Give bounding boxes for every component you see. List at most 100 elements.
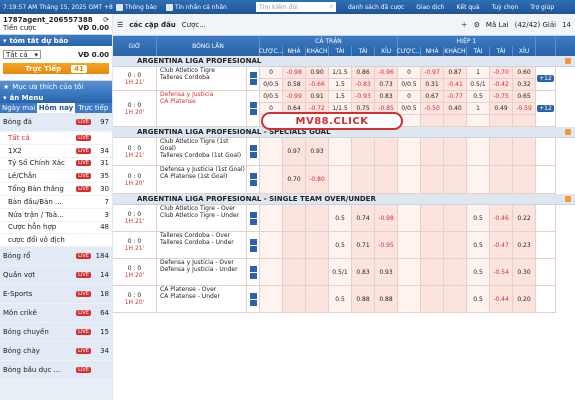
sport-item[interactable]: Môn crikê LIVE 64 bbox=[0, 304, 112, 324]
plus-icon[interactable]: ＋ bbox=[461, 20, 468, 30]
odds-cell[interactable]: -0.46 bbox=[490, 205, 513, 232]
match-teams[interactable]: Defensa y Justicia (1st Goal) CA Platense… bbox=[157, 166, 247, 194]
odds-cell[interactable]: 0.31 bbox=[421, 79, 444, 91]
odds-cell[interactable]: -0.98 bbox=[375, 205, 398, 232]
menu-header[interactable]: ▾ ắn Menu bbox=[0, 92, 112, 103]
odds-cell[interactable]: 0.93 bbox=[375, 259, 398, 286]
odds-cell[interactable]: -0.98 bbox=[283, 67, 306, 79]
match-teams[interactable]: CA Platense - Over CA Platense - Under bbox=[157, 286, 247, 313]
stats-icon[interactable] bbox=[249, 109, 257, 115]
team-search-input[interactable]: Tìm kiếm đội ⌕ bbox=[256, 2, 336, 12]
match-teams[interactable]: Defensa y Justicia CA Platense bbox=[157, 91, 247, 127]
match-teams[interactable]: Talleres Cordoba - Over Talleres Cordoba … bbox=[157, 232, 247, 259]
odds-cell[interactable]: -0.54 bbox=[490, 259, 513, 286]
odds-cell[interactable]: -0.77 bbox=[444, 91, 467, 103]
top-link[interactable]: danh sách đã cược bbox=[342, 4, 410, 11]
odds-cell[interactable]: 0.83 bbox=[375, 91, 398, 103]
inbox-link[interactable]: Tin nhắn cá nhân bbox=[166, 3, 256, 11]
favorites-link[interactable]: ★ Mục ưa thích của tôi bbox=[0, 81, 112, 92]
odds-cell[interactable]: 0.74 bbox=[352, 205, 375, 232]
top-link[interactable]: Giao dịch bbox=[410, 4, 450, 11]
odds-cell[interactable]: -0.70 bbox=[490, 67, 513, 79]
collapse-icon[interactable] bbox=[565, 58, 571, 64]
stats-icon[interactable] bbox=[249, 152, 257, 158]
search-icon[interactable]: ⌕ bbox=[330, 3, 333, 11]
stats-icon[interactable] bbox=[249, 299, 257, 306]
sport-item[interactable]: Bóng chuyền LIVE 15 bbox=[0, 323, 112, 343]
odds-cell[interactable]: 0.86 bbox=[352, 67, 375, 79]
odds-cell[interactable]: 0.30 bbox=[513, 259, 536, 286]
tv-icon[interactable] bbox=[249, 292, 257, 299]
odds-cell[interactable]: 0.60 bbox=[513, 67, 536, 79]
odds-cell[interactable]: 0.73 bbox=[375, 79, 398, 91]
bet-summary-header[interactable]: ▾ tóm tắt dự báo bbox=[0, 35, 112, 46]
odds-cell[interactable]: -0.95 bbox=[375, 232, 398, 259]
odds-cell[interactable]: -0.83 bbox=[352, 79, 375, 91]
match-teams[interactable]: Club Atletico Tigre - Over Club Atletico … bbox=[157, 205, 247, 232]
match-teams[interactable]: Defensa y Justicia - Over Defensa y Justi… bbox=[157, 259, 247, 286]
more-markets[interactable]: +12 bbox=[536, 91, 556, 127]
odds-cell[interactable]: 0.87 bbox=[444, 67, 467, 79]
top-link[interactable]: Kết quả bbox=[450, 4, 485, 11]
sport-item[interactable]: Quần vợt LIVE 14 bbox=[0, 266, 112, 286]
odds-cell[interactable]: 0.40 bbox=[444, 103, 467, 115]
odds-cell[interactable]: 0.67 bbox=[421, 91, 444, 103]
match-teams[interactable]: Club Atletico Tigre Talleres Cordoba bbox=[157, 67, 247, 91]
sport-item[interactable]: Bàn đầu/Bàn ... 7 bbox=[0, 195, 112, 209]
refresh-icon[interactable]: ⟳ bbox=[103, 16, 109, 24]
odds-cell[interactable]: 0.91 bbox=[306, 91, 329, 103]
odds-cell[interactable]: -0.96 bbox=[375, 67, 398, 79]
menu-tab[interactable]: Hôm nay bbox=[37, 103, 75, 113]
odds-cell[interactable]: 0.58 bbox=[283, 79, 306, 91]
tv-icon[interactable] bbox=[249, 102, 257, 108]
odds-cell[interactable]: 0.97 bbox=[283, 138, 306, 166]
odds-cell[interactable]: -0.93 bbox=[352, 91, 375, 103]
odds-cell[interactable]: -0.44 bbox=[490, 286, 513, 313]
menu-tab[interactable]: Trực tiếp bbox=[75, 103, 112, 113]
sport-item[interactable]: Bóng rổ LIVE 184 bbox=[0, 247, 112, 267]
match-teams[interactable]: Club Atletico Tigre (1st Goal) Talleres C… bbox=[157, 138, 247, 166]
odds-cell[interactable]: -0.80 bbox=[306, 166, 329, 194]
top-link[interactable]: Tuỳ chọn bbox=[486, 4, 525, 11]
odds-cell[interactable]: 0.93 bbox=[306, 138, 329, 166]
sport-item[interactable]: Tổng Bàn thắng LIVE 30 bbox=[0, 183, 112, 196]
tv-icon[interactable] bbox=[249, 265, 257, 272]
tv-icon[interactable] bbox=[249, 211, 257, 218]
menu-tab[interactable]: Ngày mai bbox=[0, 103, 37, 113]
more-markets[interactable]: +12 bbox=[536, 67, 556, 91]
odds-cell[interactable]: -0.59 bbox=[513, 103, 536, 115]
tv-icon[interactable] bbox=[249, 72, 257, 78]
sport-item[interactable]: 1X2 LIVE 34 bbox=[0, 144, 112, 158]
stats-icon[interactable] bbox=[249, 245, 257, 252]
sport-item[interactable]: Lẻ/Chẵn LIVE 35 bbox=[0, 170, 112, 184]
top-link[interactable]: Trợ giúp bbox=[524, 4, 560, 11]
odds-cell[interactable]: -0.41 bbox=[444, 79, 467, 91]
odds-cell[interactable]: -0.99 bbox=[283, 91, 306, 103]
sport-item[interactable]: Tất cả LIVE bbox=[0, 132, 112, 145]
odds-cell[interactable]: 0.90 bbox=[306, 67, 329, 79]
odds-cell[interactable]: 0.32 bbox=[513, 79, 536, 91]
odds-cell[interactable]: 0.83 bbox=[352, 259, 375, 286]
league-header[interactable]: ARGENTINA LIGA PROFESIONAL - SINGLE TEAM… bbox=[113, 194, 575, 205]
sport-item[interactable]: Bóng đá LIVE 97 bbox=[0, 113, 112, 132]
odds-cell[interactable]: 0.49 bbox=[490, 103, 513, 115]
odds-cell[interactable]: 0.88 bbox=[375, 286, 398, 313]
odds-cell[interactable]: 0.70 bbox=[283, 166, 306, 194]
tv-icon[interactable] bbox=[249, 145, 257, 151]
sport-item[interactable]: Nửa trận / Toà... 3 bbox=[0, 208, 112, 222]
stats-icon[interactable] bbox=[249, 272, 257, 279]
more-markets-badge[interactable]: +12 bbox=[537, 75, 554, 82]
announcement-link[interactable]: Thông báo bbox=[112, 3, 166, 11]
bet-filter-select[interactable]: Tất cả ▾ bbox=[3, 50, 41, 59]
sport-item[interactable]: Tỷ Số Chính Xác LIVE 31 bbox=[0, 157, 112, 171]
odds-cell[interactable]: 0.20 bbox=[513, 286, 536, 313]
collapse-icon[interactable] bbox=[565, 196, 571, 202]
tv-icon[interactable] bbox=[249, 238, 257, 245]
stats-icon[interactable] bbox=[249, 218, 257, 225]
odds-cell[interactable]: -0.97 bbox=[421, 67, 444, 79]
settings-icon[interactable]: ⚙ bbox=[474, 21, 480, 29]
live-button[interactable]: Trực Tiếp 41 bbox=[3, 63, 109, 74]
stats-icon[interactable] bbox=[249, 180, 257, 186]
odds-type-select[interactable]: Mã Lai bbox=[486, 21, 509, 29]
leagues-count[interactable]: (42/42) Giải bbox=[515, 21, 556, 29]
